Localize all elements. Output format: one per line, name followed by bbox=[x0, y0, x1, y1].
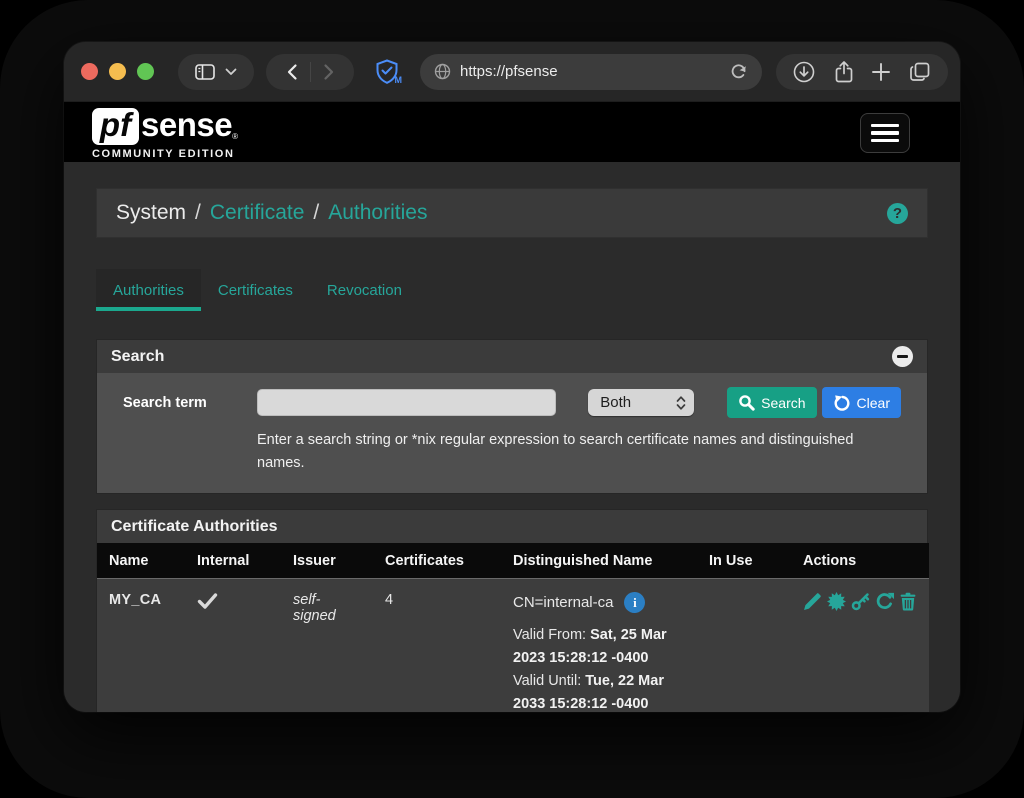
sidebar-toggle-group[interactable] bbox=[178, 54, 254, 90]
magnifier-icon bbox=[738, 394, 755, 411]
search-term-label: Search term bbox=[123, 395, 257, 411]
col-issuer: Issuer bbox=[281, 543, 373, 579]
extension-shield-icon[interactable]: M bbox=[366, 54, 408, 90]
tab-certificates[interactable]: Certificates bbox=[201, 269, 310, 311]
back-icon[interactable] bbox=[283, 62, 303, 82]
toolbar-action-group bbox=[776, 54, 948, 90]
col-certificates: Certificates bbox=[373, 543, 501, 579]
check-icon bbox=[197, 592, 218, 610]
undo-icon bbox=[833, 394, 851, 412]
search-panel-header: Search bbox=[97, 340, 927, 373]
search-panel: Search Search term Both bbox=[96, 339, 928, 494]
share-icon[interactable] bbox=[833, 60, 855, 84]
desktop-background: M https://pfsense bbox=[0, 0, 1024, 798]
menu-hamburger-button[interactable] bbox=[860, 113, 910, 153]
export-ca-key-icon[interactable] bbox=[851, 592, 870, 611]
logo-registered-mark: ® bbox=[232, 132, 238, 141]
logo-edition-text: COMMUNITY EDITION bbox=[92, 148, 238, 160]
col-distinguished-name: Distinguished Name bbox=[501, 543, 697, 579]
site-header: pf sense ® COMMUNITY EDITION bbox=[64, 102, 960, 162]
nav-button-group bbox=[266, 54, 354, 90]
ca-cert-count: 4 bbox=[373, 579, 501, 713]
select-updown-icon bbox=[676, 395, 686, 411]
info-icon[interactable]: i bbox=[624, 592, 645, 613]
logo-sense-text: sense bbox=[141, 108, 232, 141]
chevron-down-icon bbox=[225, 68, 237, 76]
nav-divider bbox=[310, 62, 311, 82]
page-content: System / Certificate / Authorities ? Aut… bbox=[64, 188, 960, 712]
search-panel-body: Search term Both bbox=[97, 373, 927, 493]
edit-pencil-icon[interactable] bbox=[803, 592, 822, 611]
ca-dn-cell: CN=internal-ca i Valid From: Sat, 25 Mar… bbox=[501, 579, 697, 713]
search-panel-title: Search bbox=[111, 348, 164, 366]
minimize-window-button[interactable] bbox=[109, 63, 126, 80]
downloads-icon[interactable] bbox=[792, 60, 816, 84]
ca-table-header-row: Name Internal Issuer Certificates Distin… bbox=[97, 543, 929, 579]
ca-table: Name Internal Issuer Certificates Distin… bbox=[97, 543, 929, 712]
col-in-use: In Use bbox=[697, 543, 791, 579]
ca-internal-cell bbox=[185, 579, 281, 713]
window-controls bbox=[81, 63, 154, 80]
tab-overview-icon[interactable] bbox=[908, 60, 932, 84]
certificate-authorities-panel: Certificate Authorities Name Internal Is… bbox=[96, 509, 928, 712]
breadcrumb-system: System bbox=[116, 201, 186, 225]
ca-actions-cell bbox=[791, 579, 929, 713]
delete-ca-icon[interactable] bbox=[899, 592, 917, 611]
tab-revocation[interactable]: Revocation bbox=[310, 269, 419, 311]
reload-icon[interactable] bbox=[730, 63, 748, 81]
close-window-button[interactable] bbox=[81, 63, 98, 80]
extension-m-badge: M bbox=[395, 75, 403, 85]
ca-name: MY_CA bbox=[97, 579, 185, 713]
clear-button[interactable]: Clear bbox=[822, 387, 901, 418]
browser-window: M https://pfsense bbox=[64, 42, 960, 712]
tab-bar: Authorities Certificates Revocation bbox=[96, 269, 928, 311]
tab-authorities[interactable]: Authorities bbox=[96, 269, 201, 311]
search-button[interactable]: Search bbox=[727, 387, 816, 418]
ca-issuer: self-signed bbox=[281, 579, 373, 713]
col-internal: Internal bbox=[185, 543, 281, 579]
col-actions: Actions bbox=[791, 543, 929, 579]
browser-toolbar: M https://pfsense bbox=[64, 42, 960, 102]
breadcrumb: System / Certificate / Authorities ? bbox=[96, 188, 928, 238]
url-text: https://pfsense bbox=[460, 63, 558, 80]
ca-valid-dates: Valid From: Sat, 25 Mar 2023 15:28:12 -0… bbox=[513, 624, 685, 712]
ca-in-use bbox=[697, 579, 791, 713]
search-help-text: Enter a search string or *nix regular ex… bbox=[257, 429, 857, 475]
breadcrumb-authorities-link[interactable]: Authorities bbox=[328, 201, 427, 225]
search-term-input[interactable] bbox=[257, 389, 556, 416]
sidebar-icon bbox=[195, 63, 215, 81]
ca-panel-header: Certificate Authorities bbox=[97, 510, 927, 543]
breadcrumb-certificate-link[interactable]: Certificate bbox=[210, 201, 305, 225]
search-scope-select[interactable]: Both bbox=[588, 389, 694, 416]
address-bar[interactable]: https://pfsense bbox=[420, 54, 762, 90]
collapse-panel-icon[interactable] bbox=[892, 346, 913, 367]
globe-icon bbox=[434, 63, 451, 80]
renew-ca-icon[interactable] bbox=[875, 592, 894, 611]
search-scope-value: Both bbox=[600, 394, 676, 411]
ca-dn: CN=internal-ca bbox=[513, 594, 613, 611]
export-ca-certificate-icon[interactable] bbox=[827, 592, 846, 611]
ca-panel-title: Certificate Authorities bbox=[111, 518, 278, 536]
new-tab-icon[interactable] bbox=[871, 62, 891, 82]
ca-table-row: MY_CA self-signed 4 CN=internal-ca bbox=[97, 579, 929, 713]
help-icon[interactable]: ? bbox=[887, 203, 908, 224]
col-name: Name bbox=[97, 543, 185, 579]
forward-icon[interactable] bbox=[318, 62, 338, 82]
logo-pf-box: pf bbox=[92, 108, 139, 145]
pfsense-logo[interactable]: pf sense ® COMMUNITY EDITION bbox=[92, 108, 238, 160]
zoom-window-button[interactable] bbox=[137, 63, 154, 80]
